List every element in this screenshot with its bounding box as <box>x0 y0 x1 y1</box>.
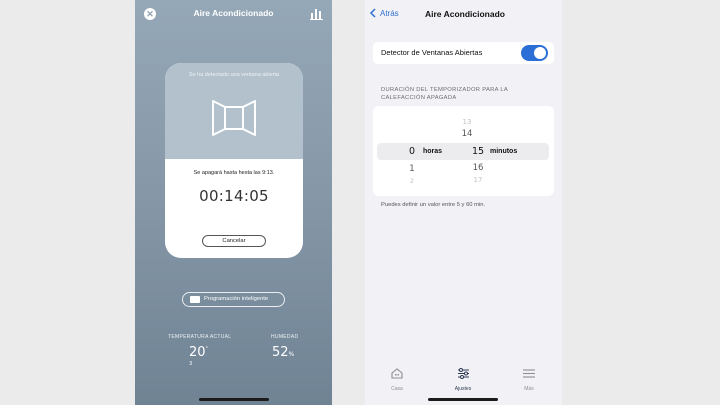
menu-icon <box>523 369 535 378</box>
picker-hour-option[interactable]: 2 <box>405 177 419 185</box>
humidity-value: 52% <box>272 345 294 360</box>
temperature-unit: ° <box>205 346 209 352</box>
temperature-decimal: 3 <box>189 361 193 367</box>
chevron-left-icon[interactable] <box>369 8 377 18</box>
back-button[interactable]: Atrás <box>380 9 399 18</box>
humidity-unit: % <box>288 351 295 358</box>
settings-screen: Atrás Aire Acondicionado Detector de Ven… <box>365 0 562 405</box>
detected-text: Se ha detectado una ventana abierta <box>188 72 280 78</box>
home-indicator <box>428 398 498 401</box>
smart-schedule-label: Programación inteligente <box>204 296 269 302</box>
tab-ajustes[interactable]: Ajustes <box>443 366 483 392</box>
temperature-label: TEMPERATURA ACTUAL <box>168 334 232 340</box>
hint-text: Puedes definir un valor entre 5 y 60 min… <box>381 202 486 208</box>
tab-label: Más <box>524 386 534 392</box>
section-header: DURACIÓN DEL TEMPORIZADOR PARA LA CALEFA… <box>381 87 508 101</box>
picker-minute-option[interactable]: 17 <box>468 176 488 184</box>
window-open-card: Se ha detectado una ventana abierta Se a… <box>165 63 303 258</box>
sliders-icon <box>457 368 469 379</box>
duration-picker[interactable]: 13 14 0 horas 15 minutos 1 2 16 17 <box>373 106 554 196</box>
bar-chart-icon[interactable] <box>310 7 323 20</box>
until-text: Se apagará hasta hesta las 9:13. <box>193 170 275 176</box>
picker-minute-option[interactable]: 16 <box>468 163 488 173</box>
tab-mas[interactable]: Más <box>509 366 549 392</box>
tab-label: Ajustes <box>454 386 472 392</box>
picker-hours-label: horas <box>423 148 443 155</box>
smart-schedule-button[interactable]: Programación inteligente <box>182 292 285 307</box>
cancel-button[interactable]: Cancelar <box>202 235 266 247</box>
picker-selection-band <box>377 143 549 160</box>
countdown-timer: 00:14:05 <box>199 187 269 205</box>
humidity-number: 52 <box>272 345 289 360</box>
card-header: Se ha detectado una ventana abierta <box>165 63 303 159</box>
picker-minute-option[interactable]: 13 <box>457 118 477 126</box>
card-body: Se apagará hasta hesta las 9:13. 00:14:0… <box>165 159 303 258</box>
temperature-integer: 20 <box>189 345 206 360</box>
nav-bar: Atrás Aire Acondicionado <box>365 0 562 28</box>
picker-minute-option[interactable]: 14 <box>457 129 477 139</box>
window-detector-toggle[interactable] <box>521 45 548 61</box>
tab-label: Casa <box>391 386 403 392</box>
picker-minutes-label: minutos <box>490 148 518 155</box>
calendar-icon <box>190 296 200 303</box>
house-icon <box>391 368 403 379</box>
picker-hour-option[interactable]: 1 <box>405 164 419 174</box>
window-detector-row: Detector de Ventanas Abiertas <box>373 42 554 64</box>
page-title: Aire Acondicionado <box>425 9 505 19</box>
picker-minutes-selected[interactable]: 15 <box>470 146 486 157</box>
page-title: Aire Acondicionado <box>193 8 274 18</box>
tab-casa[interactable]: Casa <box>377 366 417 392</box>
home-indicator <box>199 398 269 401</box>
humidity-label: HUMEDAD <box>271 334 299 340</box>
temperature-value: 20° 3 <box>189 345 208 375</box>
picker-hours-selected[interactable]: 0 <box>405 146 419 157</box>
open-window-icon <box>212 100 256 136</box>
toggle-knob <box>534 47 546 59</box>
window-detector-label: Detector de Ventanas Abiertas <box>381 48 483 57</box>
main-screen: ✕ Aire Acondicionado Se ha detectado una… <box>135 0 332 405</box>
